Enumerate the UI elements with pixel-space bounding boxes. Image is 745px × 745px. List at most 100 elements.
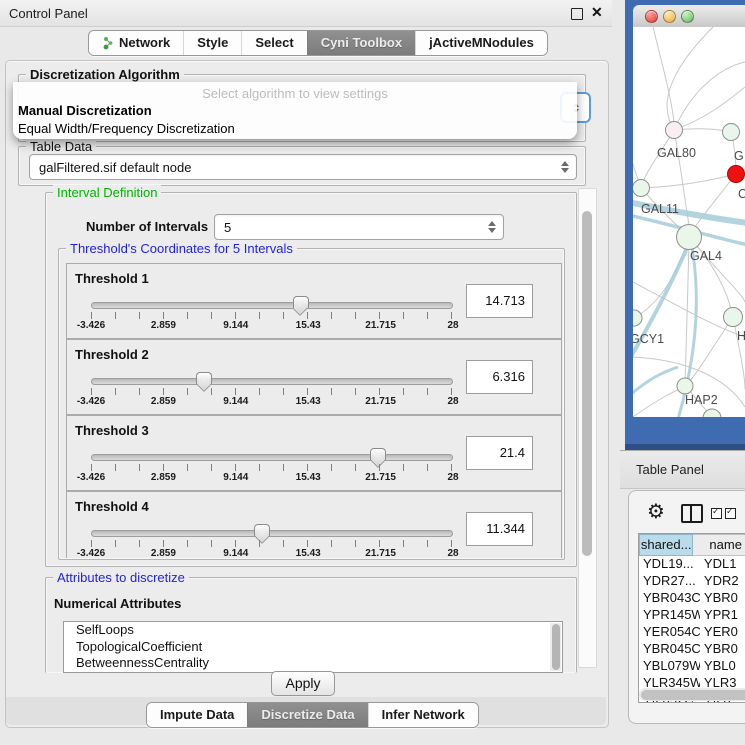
- slider-ticks: [91, 312, 453, 319]
- tab-infer-network[interactable]: Infer Network: [368, 703, 478, 727]
- numerical-attributes-heading: Numerical Attributes: [54, 596, 181, 611]
- slider-thumb[interactable]: [254, 524, 270, 536]
- apply-button[interactable]: Apply: [271, 671, 335, 696]
- threshold-2-value[interactable]: 6.316: [466, 360, 533, 394]
- table-row[interactable]: YPR145WYPR1: [639, 607, 745, 624]
- window-minimize-icon[interactable]: [663, 10, 676, 23]
- network-node-gal4[interactable]: [677, 225, 702, 250]
- checkbox-icon[interactable]: [711, 508, 722, 519]
- algorithm-dropdown-popup: Select algorithm to view settings Manual…: [13, 82, 577, 139]
- column-header-shared[interactable]: shared...: [639, 534, 693, 556]
- network-node-top-right[interactable]: [723, 124, 740, 141]
- column-header-name[interactable]: name: [693, 534, 745, 556]
- split-pane-icon[interactable]: [681, 504, 703, 523]
- network-node-h[interactable]: [724, 308, 743, 327]
- window-zoom-icon[interactable]: [681, 10, 694, 23]
- table-panel-title: Table Panel: [636, 462, 704, 477]
- network-icon: [102, 36, 114, 50]
- slider-track[interactable]: [91, 378, 453, 385]
- close-icon[interactable]: ✕: [591, 4, 603, 21]
- table-row[interactable]: YBL079WYBL0: [639, 658, 745, 675]
- list-item[interactable]: SelfLoops: [64, 622, 562, 639]
- numerical-attributes-list[interactable]: SelfLoops TopologicalCoefficient Between…: [63, 621, 563, 673]
- slider-thumb[interactable]: [196, 372, 212, 384]
- table-panel-body: ⚙ shared... name YDL19...YDL1 YDR27...YD…: [628, 490, 745, 724]
- table-row[interactable]: YDR27...YDR2: [639, 573, 745, 590]
- threshold-4-value[interactable]: 11.344: [466, 512, 533, 546]
- threshold-1-panel: Threshold 1 -3.426 2.859 9.144 15.43 21.…: [66, 263, 562, 339]
- network-label-cut-c: C: [738, 187, 745, 201]
- tab-style[interactable]: Style: [183, 31, 241, 55]
- table-header-row: shared... name: [639, 534, 745, 556]
- network-node-gcy1[interactable]: [633, 310, 642, 326]
- list-item[interactable]: BetweennessCentrality: [64, 655, 562, 672]
- slider-thumb[interactable]: [370, 448, 386, 460]
- gear-icon[interactable]: ⚙: [647, 499, 665, 523]
- slider-thumb[interactable]: [293, 296, 309, 308]
- threshold-3-value[interactable]: 21.4: [466, 436, 533, 470]
- threshold-4-panel: Threshold 4 -3.426 2.859 9.144 15.43 21.…: [66, 491, 562, 558]
- table-data-group-title: Table Data: [26, 139, 96, 154]
- number-of-intervals-combo[interactable]: 5: [214, 214, 504, 240]
- thresholds-group-title: Threshold's Coordinates for 5 Intervals: [66, 241, 297, 256]
- dropdown-hint: Select algorithm to view settings: [13, 86, 577, 101]
- table-horizontal-scrollbar[interactable]: [639, 688, 745, 701]
- scrollbar-thumb[interactable]: [641, 690, 745, 700]
- threshold-4-slider[interactable]: -3.426 2.859 9.144 15.43 21.715 28: [91, 492, 453, 566]
- threshold-3-slider[interactable]: -3.426 2.859 9.144 15.43 21.715 28: [91, 416, 453, 490]
- thresholds-group: Threshold's Coordinates for 5 Intervals …: [58, 248, 565, 560]
- network-window-titlebar[interactable]: [633, 5, 745, 28]
- table-data-group: Table Data galFiltered.sif default node: [18, 146, 586, 186]
- slider-track[interactable]: [91, 530, 453, 537]
- attributes-group: Attributes to discretize Numerical Attri…: [45, 577, 577, 673]
- network-node-gal80[interactable]: [666, 122, 683, 139]
- threshold-1-slider[interactable]: -3.426 2.859 9.144 15.43 21.715 28: [91, 264, 453, 338]
- tab-impute-data[interactable]: Impute Data: [147, 703, 247, 727]
- panel-title: Control Panel: [9, 6, 88, 21]
- threshold-2-slider[interactable]: -3.426 2.859 9.144 15.43 21.715 28: [91, 340, 453, 414]
- slider-ticks: [91, 464, 453, 471]
- threshold-1-value[interactable]: 14.713: [466, 284, 533, 318]
- checkbox-icon[interactable]: [725, 508, 736, 519]
- table-row[interactable]: YBR043CYBR0: [639, 590, 745, 607]
- network-label-hap2: HAP2: [685, 393, 718, 407]
- node-table[interactable]: shared... name YDL19...YDL1 YDR27...YDR2…: [638, 533, 745, 703]
- table-row[interactable]: YBR045CYBR0: [639, 641, 745, 658]
- slider-scale: -3.426 2.859 9.144 15.43 21.715 28: [91, 320, 453, 332]
- dropdown-option-equal-width[interactable]: Equal Width/Frequency Discretization: [18, 121, 235, 136]
- number-of-intervals-value: 5: [215, 220, 484, 235]
- bottom-tab-bar: Impute Data Discretize Data Infer Networ…: [146, 702, 479, 728]
- table-row[interactable]: YDL19...YDL1: [639, 556, 745, 573]
- table-row[interactable]: YER054CYER0: [639, 624, 745, 641]
- scrollbar-thumb[interactable]: [582, 211, 592, 556]
- threshold-2-panel: Threshold 2 -3.426 2.859 9.144 15.43 21.…: [66, 339, 562, 415]
- network-node-selected-red[interactable]: [728, 166, 745, 183]
- float-icon[interactable]: [571, 8, 583, 20]
- slider-track[interactable]: [91, 302, 453, 309]
- slider-track[interactable]: [91, 454, 453, 461]
- window-close-icon[interactable]: [645, 10, 658, 23]
- slider-scale: -3.426 2.859 9.144 15.43 21.715 28: [91, 396, 453, 408]
- network-canvas[interactable]: GAL80 G C GAL11 GAL4 GCY1 H HAP2: [633, 27, 745, 417]
- algorithm-group-title: Discretization Algorithm: [26, 67, 184, 82]
- table-data-combo[interactable]: galFiltered.sif default node: [29, 154, 577, 180]
- network-node-gal11[interactable]: [633, 180, 650, 197]
- tab-network[interactable]: Network: [89, 31, 183, 55]
- dropdown-option-manual[interactable]: Manual Discretization: [18, 103, 152, 118]
- list-item[interactable]: TopologicalCoefficient: [64, 639, 562, 656]
- attributes-group-title: Attributes to discretize: [53, 570, 189, 585]
- tab-discretize-data[interactable]: Discretize Data: [247, 703, 367, 727]
- tab-select[interactable]: Select: [241, 31, 306, 55]
- network-label-cut-h: H: [737, 329, 745, 343]
- tab-cyni-toolbox[interactable]: Cyni Toolbox: [307, 31, 415, 55]
- interval-group-title: Interval Definition: [53, 185, 161, 200]
- settings-scrollbar[interactable]: [578, 188, 597, 668]
- network-node-hap2[interactable]: [677, 378, 693, 394]
- list-scrollbar[interactable]: [550, 623, 561, 671]
- network-label-gal80: GAL80: [657, 146, 696, 160]
- network-label-gal4: GAL4: [690, 249, 722, 263]
- slider-scale: -3.426 2.859 9.144 15.43 21.715 28: [91, 548, 453, 560]
- table-data-combo-value: galFiltered.sif default node: [30, 160, 557, 175]
- network-label-cut-g: G: [734, 149, 744, 163]
- tab-jactivemnodules[interactable]: jActiveMNodules: [415, 31, 547, 55]
